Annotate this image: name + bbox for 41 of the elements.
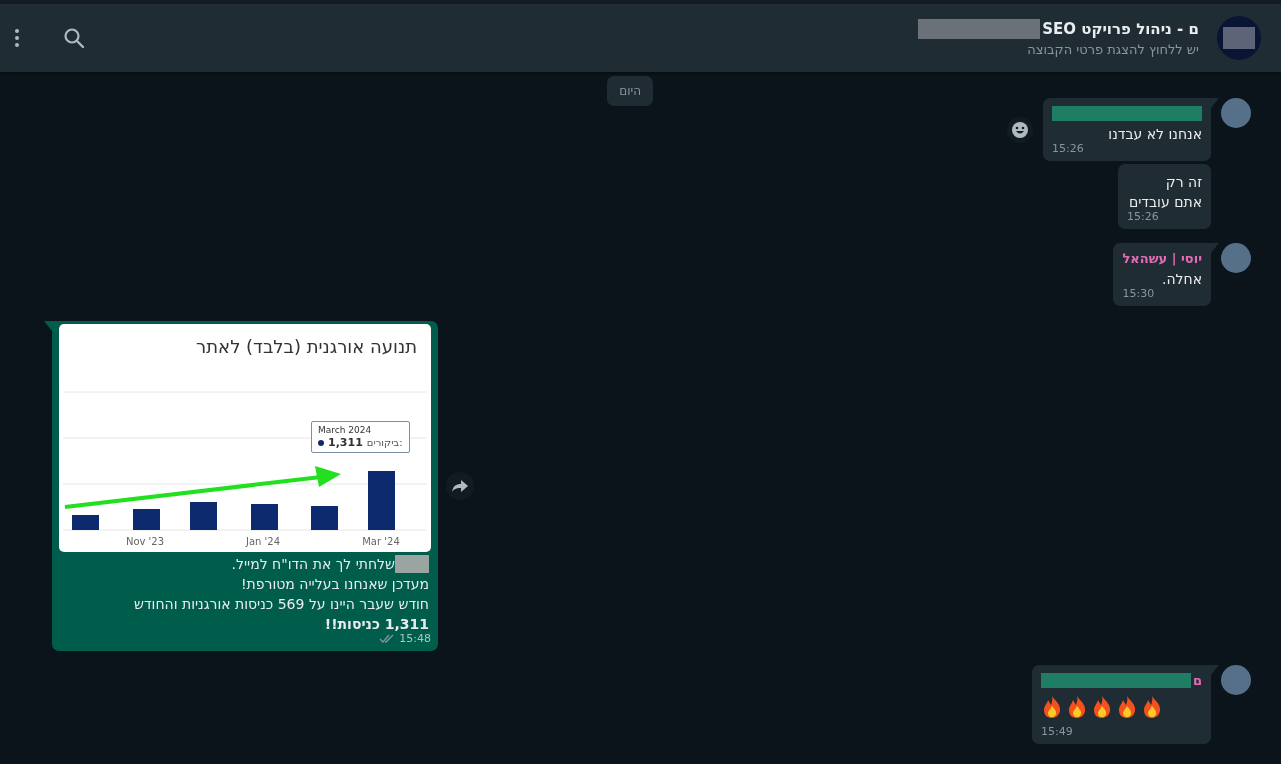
message-text: אתם עובדים: [1128, 193, 1202, 212]
group-subtitle: יש ללחוץ להצגת פרטי הקבוצה: [1026, 42, 1199, 57]
chart-bar: [311, 506, 338, 530]
message-time: 15:48: [399, 632, 431, 645]
axis-label: Mar '24: [361, 536, 401, 547]
sender-avatar[interactable]: [1221, 98, 1251, 128]
message-time: 15:26: [1052, 142, 1084, 155]
message-time: 15:26: [1126, 210, 1159, 223]
axis-label: Jan '24: [244, 536, 282, 547]
chart-bar: [72, 515, 99, 530]
message-text: מעדכן שאנחנו בעלייה מטורפת!: [240, 575, 429, 594]
tooltip-title: March 2024: [318, 425, 373, 435]
message-text: זה רק: [1164, 173, 1202, 192]
tooltip-value: 1,311: [328, 436, 363, 449]
axis-label: Nov '23: [124, 536, 166, 547]
sender-avatar[interactable]: [1221, 665, 1251, 695]
group-title: ם - ניהול פרויקט SEO: [1042, 20, 1199, 38]
message-text: שלחתי לך את הדו"ח למייל.: [231, 555, 395, 574]
message-time: 15:49: [1040, 725, 1073, 738]
series-dot-icon: [318, 439, 324, 446]
sender-name: יוסי | עשהאל: [1122, 250, 1202, 266]
chart-bar: [251, 504, 278, 530]
chart-bar: [133, 509, 160, 530]
menu-icon[interactable]: [14, 28, 20, 48]
date-chip: היום: [607, 76, 653, 106]
emoji-reaction-icon[interactable]: [1007, 116, 1033, 143]
group-avatar[interactable]: [1217, 16, 1261, 60]
sender-avatar[interactable]: [1221, 243, 1251, 273]
chart-title: תנועה אורגנית (בלבד) לאתר: [196, 336, 417, 358]
forward-icon[interactable]: [446, 472, 474, 500]
chart-bar: [190, 502, 217, 530]
tooltip-label: ביקורים:: [366, 437, 403, 448]
sender-name: ם: [1192, 672, 1202, 688]
chat-header[interactable]: ם - ניהול פרויקט SEO יש ללחוץ להצגת פרטי הקבוצה: [0, 4, 1281, 72]
message-text: אנחנו לא עבדנו: [1107, 125, 1202, 144]
message-time: 15:30: [1122, 287, 1155, 300]
message-text: חודש שעבר היינו על 569 כניסות אורגניות והחודש: [133, 595, 429, 614]
message-text: 1,311 כניסות!!: [323, 615, 429, 634]
message-text: אחלה.: [1160, 270, 1202, 289]
chart-bar: [368, 471, 395, 530]
search-icon[interactable]: [62, 26, 86, 50]
